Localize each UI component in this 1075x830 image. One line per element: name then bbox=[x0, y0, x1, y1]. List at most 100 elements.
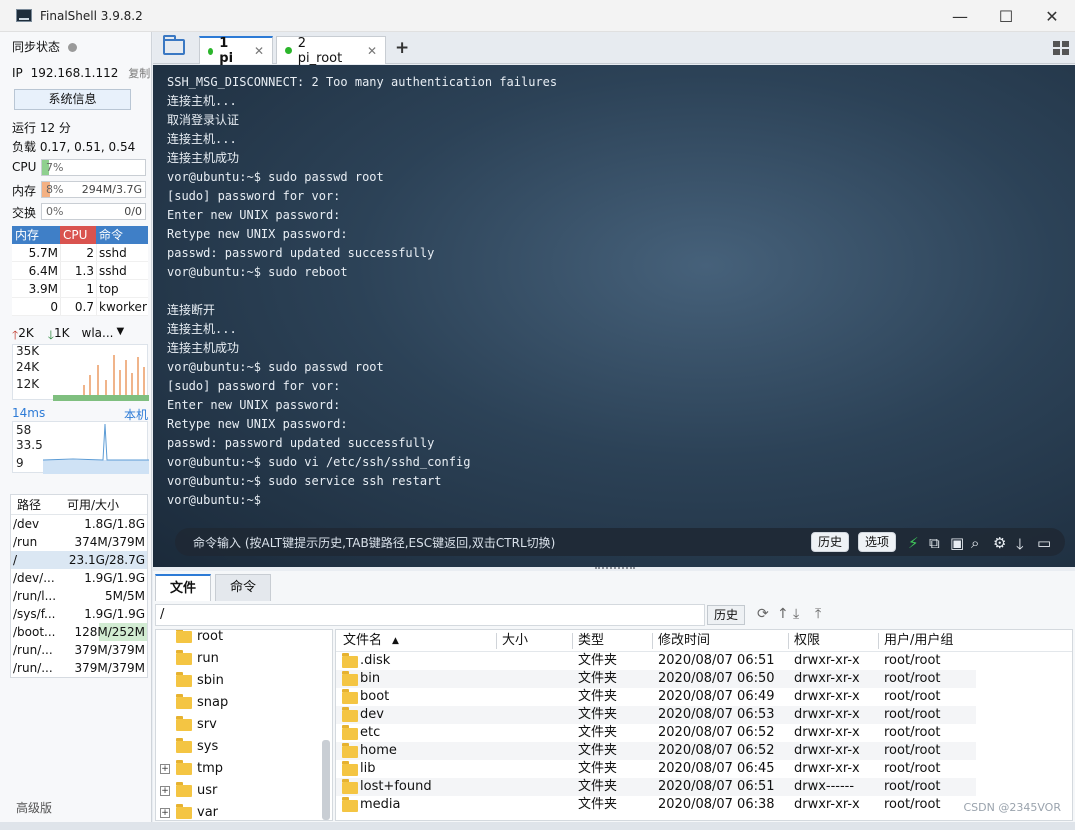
terminal-line: vor@ubuntu:~$ sudo passwd root bbox=[167, 170, 384, 184]
network-chart: 35K 24K 12K bbox=[12, 344, 149, 401]
window-icon[interactable]: ▭ bbox=[1037, 534, 1051, 552]
file-row[interactable]: .disk 文件夹 2020/08/07 06:51 drwxr-xr-x root/r… bbox=[336, 652, 976, 670]
paste-icon[interactable]: ▣ bbox=[950, 534, 964, 552]
process-row[interactable]: 5.7M 2 sshd bbox=[12, 244, 148, 262]
layout-grid-icon[interactable] bbox=[1053, 41, 1069, 55]
disk-row[interactable]: /run/... 379M/379M bbox=[11, 641, 147, 659]
expand-icon[interactable]: + bbox=[160, 786, 170, 796]
maximize-button[interactable]: ☐ bbox=[983, 0, 1029, 32]
close-window-button[interactable]: ✕ bbox=[1029, 0, 1075, 32]
file-owner: root/root bbox=[884, 797, 941, 812]
column-size[interactable]: 大小 bbox=[502, 630, 528, 652]
terminal-output[interactable]: SSH_MSG_DISCONNECT: 2 Too many authentic… bbox=[167, 73, 557, 510]
refresh-icon[interactable]: ⟳ bbox=[757, 606, 769, 622]
tree-item[interactable]: snap bbox=[156, 692, 228, 714]
terminal-line: 连接断开 bbox=[167, 303, 216, 317]
tree-item[interactable]: + var bbox=[156, 802, 218, 820]
column-permissions[interactable]: 权限 bbox=[794, 630, 820, 652]
file-row[interactable]: bin 文件夹 2020/08/07 06:50 drwxr-xr-x root/roo… bbox=[336, 670, 976, 688]
disk-path-header[interactable]: 路径 bbox=[11, 495, 67, 514]
disk-path: /run/l... bbox=[13, 589, 57, 603]
terminal-area[interactable]: SSH_MSG_DISCONNECT: 2 Too many authentic… bbox=[153, 65, 1075, 567]
disk-row[interactable]: /sys/f... 1.9G/1.9G bbox=[11, 605, 147, 623]
column-filename[interactable]: 文件名 bbox=[343, 630, 382, 652]
disk-size: 379M/379M bbox=[74, 661, 145, 675]
tree-item[interactable]: + usr bbox=[156, 780, 217, 802]
up-directory-icon[interactable]: ↑ bbox=[777, 606, 789, 622]
tree-item[interactable]: + tmp bbox=[156, 758, 223, 780]
copy-ip-link[interactable]: 复制 bbox=[128, 67, 150, 80]
process-cpu-header[interactable]: CPU bbox=[60, 226, 96, 244]
upload-icon[interactable]: ⤒ bbox=[815, 606, 821, 622]
open-folder-icon[interactable] bbox=[163, 35, 185, 55]
terminal-line: Enter new UNIX password: bbox=[167, 398, 341, 412]
arrow-down-icon[interactable]: 🡓 bbox=[1016, 534, 1024, 559]
tab-session-1[interactable]: 1 pi ✕ bbox=[199, 36, 273, 66]
command-input-bar[interactable]: 命令输入 (按ALT键提示历史,TAB键路径,ESC键返回,双击CTRL切换) … bbox=[175, 528, 1065, 556]
connected-dot-icon bbox=[208, 47, 214, 55]
close-tab-icon[interactable]: ✕ bbox=[254, 44, 264, 58]
file-row[interactable]: dev 文件夹 2020/08/07 06:53 drwxr-xr-x root/roo… bbox=[336, 706, 976, 724]
add-tab-button[interactable]: + bbox=[395, 38, 409, 58]
column-modified[interactable]: 修改时间 bbox=[658, 630, 710, 652]
column-owner[interactable]: 用户/用户组 bbox=[884, 630, 953, 652]
process-row[interactable]: 3.9M 1 top bbox=[12, 280, 148, 298]
file-owner: root/root bbox=[884, 707, 941, 722]
tree-item[interactable]: srv bbox=[156, 714, 217, 736]
file-row[interactable]: lost+found 文件夹 2020/08/07 06:51 drwx------ r… bbox=[336, 778, 976, 796]
disk-size-header[interactable]: 可用/大小 bbox=[67, 495, 147, 514]
command-history-button[interactable]: 历史 bbox=[811, 532, 850, 552]
file-time: 2020/08/07 06:45 bbox=[658, 761, 775, 776]
command-options-button[interactable]: 选项 bbox=[858, 532, 897, 552]
disk-row[interactable]: /boot... 128M/252M bbox=[11, 623, 147, 641]
folder-icon bbox=[176, 782, 192, 797]
tree-item[interactable]: sys bbox=[156, 736, 218, 758]
system-info-button[interactable]: 系统信息 bbox=[14, 89, 131, 110]
tree-item-label: snap bbox=[197, 695, 229, 710]
process-cmd: sshd bbox=[96, 262, 148, 279]
process-row[interactable]: 0 0.7 kworker bbox=[12, 298, 148, 316]
process-mem-header[interactable]: 内存 bbox=[12, 226, 60, 244]
process-cmd-header[interactable]: 命令 bbox=[96, 226, 148, 244]
advanced-edition-label[interactable]: 高级版 bbox=[16, 799, 52, 816]
file-row[interactable]: lib 文件夹 2020/08/07 06:45 drwxr-xr-x root/roo… bbox=[336, 760, 976, 778]
file-row[interactable]: home 文件夹 2020/08/07 06:52 drwxr-xr-x root/ro… bbox=[336, 742, 976, 760]
disk-row[interactable]: /dev 1.8G/1.8G bbox=[11, 515, 147, 533]
path-history-button[interactable]: 历史 bbox=[707, 605, 746, 625]
file-perm: drwxr-xr-x bbox=[794, 725, 860, 740]
process-row[interactable]: 6.4M 1.3 sshd bbox=[12, 262, 148, 280]
file-row[interactable]: etc 文件夹 2020/08/07 06:52 drwxr-xr-x root/roo… bbox=[336, 724, 976, 742]
tab-session-2[interactable]: 2 pi_root ✕ bbox=[276, 36, 386, 66]
process-table: 内存 CPU 命令 5.7M 2 sshd 6.4M 1.3 sshd 3.9M… bbox=[12, 226, 148, 316]
watermark: CSDN @2345VOR bbox=[963, 801, 1062, 814]
tree-item[interactable]: root bbox=[156, 630, 223, 648]
column-type[interactable]: 类型 bbox=[578, 630, 604, 652]
lightning-icon[interactable]: ⚡ bbox=[908, 534, 919, 552]
gear-icon[interactable]: ⚙ bbox=[993, 534, 1006, 552]
path-input[interactable]: / bbox=[155, 604, 705, 626]
expand-icon[interactable]: + bbox=[160, 808, 170, 818]
terminal-line: 取消登录认证 bbox=[167, 113, 240, 127]
expand-icon[interactable]: + bbox=[160, 764, 170, 774]
minimize-button[interactable]: — bbox=[937, 0, 983, 32]
disk-path: /boot... bbox=[13, 625, 56, 639]
disk-row[interactable]: /run/l... 5M/5M bbox=[11, 587, 147, 605]
tab-commands[interactable]: 命令 bbox=[215, 574, 272, 601]
disk-row[interactable]: /dev/... 1.9G/1.9G bbox=[11, 569, 147, 587]
command-input[interactable]: 命令输入 (按ALT键提示历史,TAB键路径,ESC键返回,双击CTRL切换) bbox=[193, 534, 555, 551]
disk-row[interactable]: / 23.1G/28.7G bbox=[11, 551, 147, 569]
copy-icon[interactable]: ⧉ bbox=[929, 534, 940, 552]
file-row[interactable]: boot 文件夹 2020/08/07 06:49 drwxr-xr-x root/ro… bbox=[336, 688, 976, 706]
download-icon[interactable]: ⤓ bbox=[793, 606, 799, 622]
tree-scrollbar[interactable] bbox=[322, 740, 330, 820]
search-icon[interactable]: ⌕ bbox=[971, 534, 979, 552]
tree-item[interactable]: sbin bbox=[156, 670, 224, 692]
tree-item[interactable]: run bbox=[156, 648, 219, 670]
disk-row[interactable]: /run 374M/379M bbox=[11, 533, 147, 551]
sort-asc-icon[interactable]: ▲ bbox=[392, 630, 399, 652]
folder-icon bbox=[176, 760, 192, 775]
close-tab-icon[interactable]: ✕ bbox=[367, 44, 377, 58]
disk-row[interactable]: /run/... 379M/379M bbox=[11, 659, 147, 677]
tab-files[interactable]: 文件 bbox=[155, 574, 212, 601]
file-row[interactable]: media 文件夹 2020/08/07 06:38 drwxr-xr-x root/r… bbox=[336, 796, 976, 814]
